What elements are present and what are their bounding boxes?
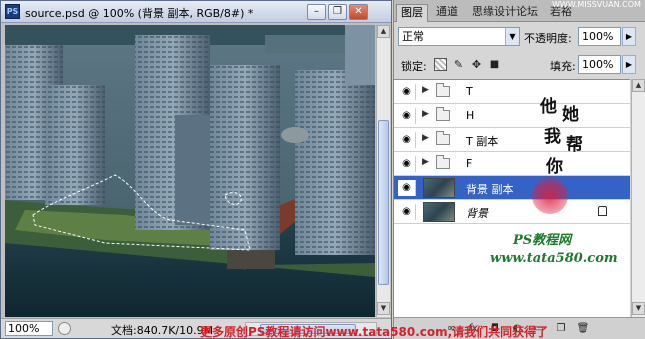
delete-icon[interactable]: 🗑 <box>576 322 590 335</box>
layer-name: F <box>466 157 473 170</box>
layer-row[interactable]: ◉ ▶ H <box>394 104 630 128</box>
scroll-up-icon[interactable]: ▲ <box>377 25 390 38</box>
ps-url-text: www.tata580.com <box>490 251 618 266</box>
brush-lock-icon[interactable]: ✎ <box>452 58 465 71</box>
layer-name: T 副本 <box>466 135 499 148</box>
lock-label: 锁定: <box>401 60 427 73</box>
layer-name: T <box>466 85 473 98</box>
close-button[interactable]: ✕ <box>349 4 368 20</box>
photoshop-app-icon: PS <box>5 4 20 19</box>
document-titlebar[interactable]: PS source.psd @ 100% (背景 副本, RGB/8#) * –… <box>1 1 391 23</box>
layer-row[interactable]: ◉ 背景 <box>394 200 630 224</box>
vertical-scrollbar[interactable]: ▲ ▼ <box>376 25 390 317</box>
document-title: source.psd @ 100% (背景 副本, RGB/8#) * <box>25 7 254 20</box>
scroll-down-icon[interactable]: ▼ <box>632 302 645 315</box>
tab-forum[interactable]: 思缘设计论坛 <box>468 4 542 22</box>
vertical-scroll-thumb[interactable] <box>378 120 389 285</box>
tab-channels[interactable]: 通道 <box>432 4 462 22</box>
layer-row[interactable]: ◉ ▶ F <box>394 152 630 176</box>
layer-list: ◉ ▶ T ◉ ▶ H ◉ ▶ T 副本 ◉ ▶ F ◉ 背景 副本 ◉ 背景 <box>394 79 630 317</box>
opacity-input[interactable]: 100% <box>578 27 621 46</box>
scroll-down-icon[interactable]: ▼ <box>377 302 390 315</box>
bottom-watermark: 更多原创PS教程请访问www.tata580.com,请我们共同获得了 <box>200 325 549 339</box>
folder-icon <box>436 155 450 169</box>
stamp-char: 我 <box>544 127 561 147</box>
scroll-up-icon[interactable]: ▲ <box>632 79 645 92</box>
layer-thumbnail <box>423 202 455 222</box>
photoshop-screenshot: PS source.psd @ 100% (背景 副本, RGB/8#) * –… <box>0 0 645 339</box>
layer-thumbnail <box>423 178 455 198</box>
folder-icon <box>436 83 450 97</box>
image-canvas[interactable] <box>5 25 375 317</box>
blend-mode-value: 正常 <box>402 30 424 43</box>
status-menu-icon[interactable] <box>58 322 71 335</box>
fill-label: 填充: <box>550 60 576 73</box>
layer-list-scrollbar[interactable]: ▲ ▼ <box>631 79 645 317</box>
all-lock-icon[interactable]: ■ <box>488 58 501 71</box>
restore-button[interactable]: ❐ <box>328 4 347 20</box>
blend-mode-dropdown[interactable]: 正常 ▼ <box>398 27 520 46</box>
minimize-button[interactable]: – <box>307 4 326 20</box>
folder-icon <box>436 131 450 145</box>
layer-name: H <box>466 109 475 122</box>
stamp-char: 她 <box>562 105 579 125</box>
red-seal-stamp <box>532 178 568 214</box>
folder-icon <box>436 107 450 121</box>
transparency-lock-icon[interactable] <box>434 58 447 71</box>
layer-name: 背景 <box>466 207 488 220</box>
fill-input[interactable]: 100% <box>578 55 621 74</box>
zoom-input[interactable]: 100% <box>5 321 53 336</box>
layer-row[interactable]: ◉ ▶ T 副本 <box>394 128 630 152</box>
expand-triangle-icon[interactable]: ▶ <box>422 157 429 167</box>
layer-row[interactable]: ◉ ▶ T <box>394 80 630 104</box>
document-info: 文档:840.7K/10.9M <box>111 324 214 337</box>
stamp-char: 他 <box>540 97 557 117</box>
opacity-label: 不透明度: <box>524 32 572 45</box>
stamp-char: 帮 <box>566 135 583 155</box>
opacity-slider-icon[interactable]: ▶ <box>622 27 636 46</box>
stamp-char: 你 <box>546 157 563 177</box>
expand-triangle-icon[interactable]: ▶ <box>422 133 429 143</box>
layer-name: 背景 副本 <box>466 183 514 196</box>
fill-slider-icon[interactable]: ▶ <box>622 55 636 74</box>
eye-icon[interactable]: ◉ <box>398 180 416 196</box>
city-photo <box>5 25 375 317</box>
eye-icon[interactable]: ◉ <box>398 84 416 100</box>
eye-icon[interactable]: ◉ <box>398 156 416 172</box>
move-lock-icon[interactable]: ✥ <box>470 58 483 71</box>
expand-triangle-icon[interactable]: ▶ <box>422 109 429 119</box>
eye-icon[interactable]: ◉ <box>398 204 416 220</box>
tab-layers[interactable]: 图层 <box>396 4 428 22</box>
layers-panel: 图层 通道 思缘设计论坛 若裕 正常 ▼ 不透明度: 100% ▶ 锁定: ✎ … <box>393 0 645 339</box>
new-layer-icon[interactable]: ❐ <box>554 322 568 335</box>
eye-icon[interactable]: ◉ <box>398 108 416 124</box>
document-window: PS source.psd @ 100% (背景 副本, RGB/8#) * –… <box>0 0 392 339</box>
eye-icon[interactable]: ◉ <box>398 132 416 148</box>
chevron-down-icon[interactable]: ▼ <box>505 28 519 45</box>
lock-icon <box>598 206 607 216</box>
expand-triangle-icon[interactable]: ▶ <box>422 85 429 95</box>
ps-net-logo: PS教程网 <box>513 233 572 248</box>
layer-row-selected[interactable]: ◉ 背景 副本 <box>394 176 630 200</box>
top-watermark: WWW.MISSVUAN.COM <box>552 0 641 9</box>
